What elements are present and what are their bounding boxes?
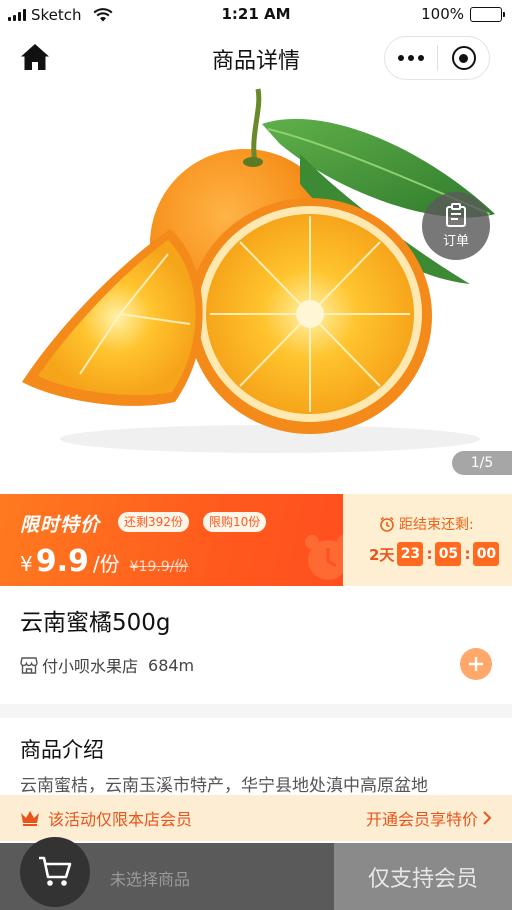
members-only-button[interactable]: 仅支持会员	[334, 843, 512, 910]
countdown-days: 2天	[369, 545, 395, 564]
member-notice: 该活动仅限本店会员	[20, 806, 192, 830]
open-membership-text: 开通会员享特价	[365, 810, 478, 829]
status-bar: Sketch 1:21 AM 100%	[0, 0, 512, 30]
no-item-text: 未选择商品	[110, 870, 191, 889]
price-unit: /份	[92, 552, 120, 576]
cart-icon	[39, 856, 72, 886]
sale-price: 9.9	[35, 544, 89, 579]
battery-percent: 100%	[421, 5, 464, 23]
ends-label: 距结束还剩:	[399, 517, 474, 533]
image-pager: 1/5	[452, 451, 512, 475]
battery-icon	[470, 6, 505, 22]
product-image[interactable]: 订单	[0, 84, 512, 494]
status-right: 100%	[421, 5, 505, 23]
countdown-hours: 23	[397, 542, 424, 566]
currency-symbol: ¥	[20, 552, 33, 576]
clock-icon	[380, 516, 394, 532]
intro-title: 商品介绍	[20, 738, 104, 762]
store-name: 付小呗水果店	[42, 657, 139, 676]
store-distance: 684m	[148, 655, 195, 675]
countdown-timer: 2天 23 : 05 : 00	[369, 542, 500, 566]
ends-label-row: 距结束还剩:	[379, 514, 474, 534]
bottom-bar: 未选择商品 仅支持会员	[0, 837, 512, 910]
flash-sale-price-panel: 限时特价 还剩392份 限购10份 ¥ 9.9 /份 ¥19.9/份	[0, 494, 360, 586]
price-row: ¥ 9.9 /份 ¥19.9/份	[20, 544, 188, 579]
mini-program-capsule	[384, 36, 490, 80]
limit-tag: 限购10份	[203, 512, 267, 532]
countdown-colon: :	[464, 545, 471, 563]
countdown-panel: 距结束还剩: 2天 23 : 05 : 00	[343, 494, 512, 586]
plus-icon	[469, 657, 483, 671]
more-button[interactable]	[385, 37, 437, 79]
member-notice-text: 该活动仅限本店会员	[48, 810, 193, 829]
countdown-colon: :	[426, 545, 433, 563]
nav-bar: 商品详情	[0, 30, 512, 84]
original-price: ¥19.9/份	[129, 559, 189, 575]
store-row[interactable]: 付小呗水果店 684m	[20, 653, 194, 677]
order-label: 订单	[442, 234, 469, 249]
order-button[interactable]: 订单	[422, 192, 490, 260]
intro-text: 云南蜜桔，云南玉溪市特产，华宁县地处滇中高原盆地	[20, 776, 428, 796]
countdown-minutes: 05	[435, 542, 462, 566]
section-divider	[0, 704, 512, 718]
store-icon	[20, 656, 38, 674]
countdown-seconds: 00	[473, 542, 500, 566]
open-membership-link[interactable]: 开通会员享特价	[366, 806, 492, 830]
product-name: 云南蜜橘500g	[20, 610, 171, 636]
flash-sale-title: 限时特价	[20, 514, 101, 536]
clipboard-icon	[446, 203, 466, 227]
close-button[interactable]	[438, 37, 489, 79]
cart-button[interactable]	[20, 837, 90, 907]
chevron-right-icon	[483, 811, 492, 825]
flash-sale-banner: 限时特价 还剩392份 限购10份 ¥ 9.9 /份 ¥19.9/份 距结束还剩…	[0, 494, 512, 586]
add-to-cart-button[interactable]	[460, 648, 492, 680]
target-icon	[451, 46, 476, 70]
member-notice-bar: 该活动仅限本店会员 开通会员享特价	[0, 795, 512, 841]
crown-icon	[21, 811, 39, 826]
remaining-tag: 还剩392份	[118, 512, 189, 532]
orange-image	[22, 88, 495, 453]
more-dots-icon	[398, 55, 424, 61]
